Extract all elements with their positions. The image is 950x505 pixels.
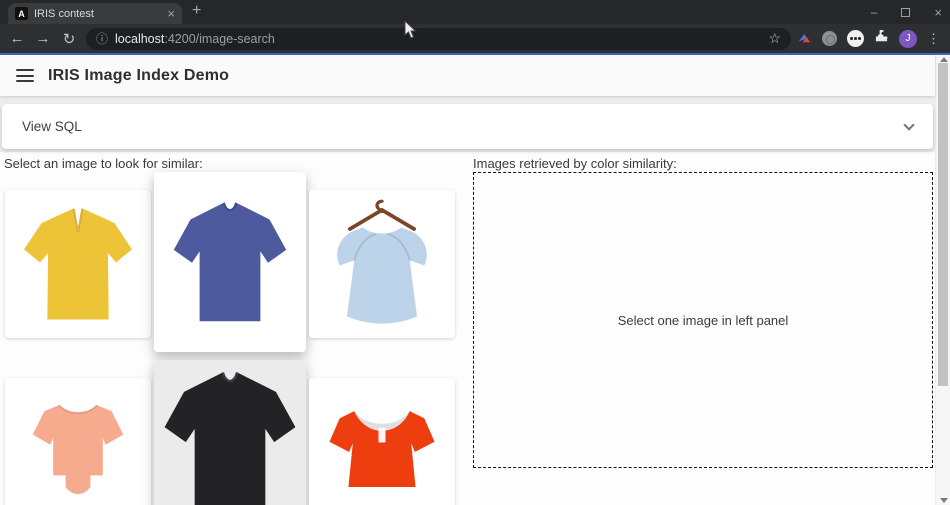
image-grid-cell xyxy=(154,172,306,360)
site-favicon-icon: A xyxy=(15,7,28,20)
close-window-button[interactable]: × xyxy=(934,5,942,20)
tab-strip: A IRIS contest × + – × xyxy=(0,0,950,24)
url-text: localhost:4200/image-search xyxy=(115,32,275,46)
extensions-puzzle-icon[interactable] xyxy=(874,29,889,49)
bookmark-star-icon[interactable]: ☆ xyxy=(768,30,781,47)
right-panel-heading: Images retrieved by color similarity: xyxy=(473,156,677,171)
black-tshirt-image xyxy=(154,360,306,505)
image-grid-cell xyxy=(154,360,306,505)
chevron-down-icon[interactable] xyxy=(903,119,914,130)
browser-toolbar: ← → ↻ ⓘ localhost:4200/image-search ☆ J xyxy=(0,24,950,53)
view-sql-expansion-panel[interactable]: View SQL xyxy=(2,104,933,149)
extension-dots-icon[interactable] xyxy=(847,30,864,47)
image-card-lightblue-blouse-on-hanger[interactable] xyxy=(309,190,455,338)
address-bar[interactable]: ⓘ localhost:4200/image-search ☆ xyxy=(86,28,791,50)
hamburger-menu-icon[interactable] xyxy=(16,69,34,82)
maximize-button[interactable] xyxy=(901,8,910,17)
mouse-cursor xyxy=(404,21,419,41)
blue-crewneck-tshirt-image xyxy=(154,172,306,352)
scrollbar-down-arrow-icon[interactable] xyxy=(940,498,948,503)
image-card-blue-crewneck-tshirt[interactable] xyxy=(154,172,306,352)
scrollbar-thumb[interactable] xyxy=(938,63,948,386)
image-card-black-tshirt[interactable] xyxy=(154,360,306,505)
browser-menu-kebab-icon[interactable]: ⋮ xyxy=(927,31,940,47)
profile-avatar[interactable]: J xyxy=(899,30,917,48)
back-button[interactable]: ← xyxy=(4,30,30,47)
site-info-icon[interactable]: ⓘ xyxy=(96,30,108,47)
extension-colored-icon[interactable] xyxy=(797,31,812,46)
image-grid-cell xyxy=(2,172,154,360)
image-grid-cell xyxy=(306,172,458,360)
yellow-vneck-tshirt-image xyxy=(5,190,151,338)
image-grid-cell xyxy=(306,360,458,505)
extension-history-icon[interactable] xyxy=(822,31,837,46)
browser-tab[interactable]: A IRIS contest × xyxy=(8,3,182,24)
image-grid-cell xyxy=(2,360,154,505)
app-toolbar: IRIS Image Index Demo xyxy=(0,55,935,96)
page-scrollbar[interactable] xyxy=(935,55,950,505)
forward-button[interactable]: → xyxy=(30,30,56,47)
image-card-grid xyxy=(2,172,458,505)
scrollbar-up-arrow-icon[interactable] xyxy=(940,57,948,62)
reload-button[interactable]: ↻ xyxy=(56,30,82,48)
image-card-orange-red-crop-top[interactable] xyxy=(309,378,455,505)
peach-baby-onesie-image xyxy=(5,378,151,505)
lightblue-blouse-on-hanger-image xyxy=(309,190,455,338)
image-card-yellow-vneck-tshirt[interactable] xyxy=(5,190,151,338)
results-dropzone: Select one image in left panel xyxy=(473,172,933,468)
extension-colored-glyph xyxy=(797,31,812,46)
minimize-button[interactable]: – xyxy=(871,7,878,17)
orange-red-crop-top-image xyxy=(309,378,455,505)
tab-close-icon[interactable]: × xyxy=(167,7,175,20)
image-card-peach-baby-onesie[interactable] xyxy=(5,378,151,505)
page-title: IRIS Image Index Demo xyxy=(48,67,229,85)
browser-window: A IRIS contest × + – × ← → ↻ ⓘ localhost… xyxy=(0,0,950,505)
left-panel-heading: Select an image to look for similar: xyxy=(4,156,203,171)
tab-title: IRIS contest xyxy=(34,8,161,20)
new-tab-button[interactable]: + xyxy=(192,2,201,20)
view-sql-label: View SQL xyxy=(22,119,82,134)
dropzone-placeholder: Select one image in left panel xyxy=(618,313,789,328)
